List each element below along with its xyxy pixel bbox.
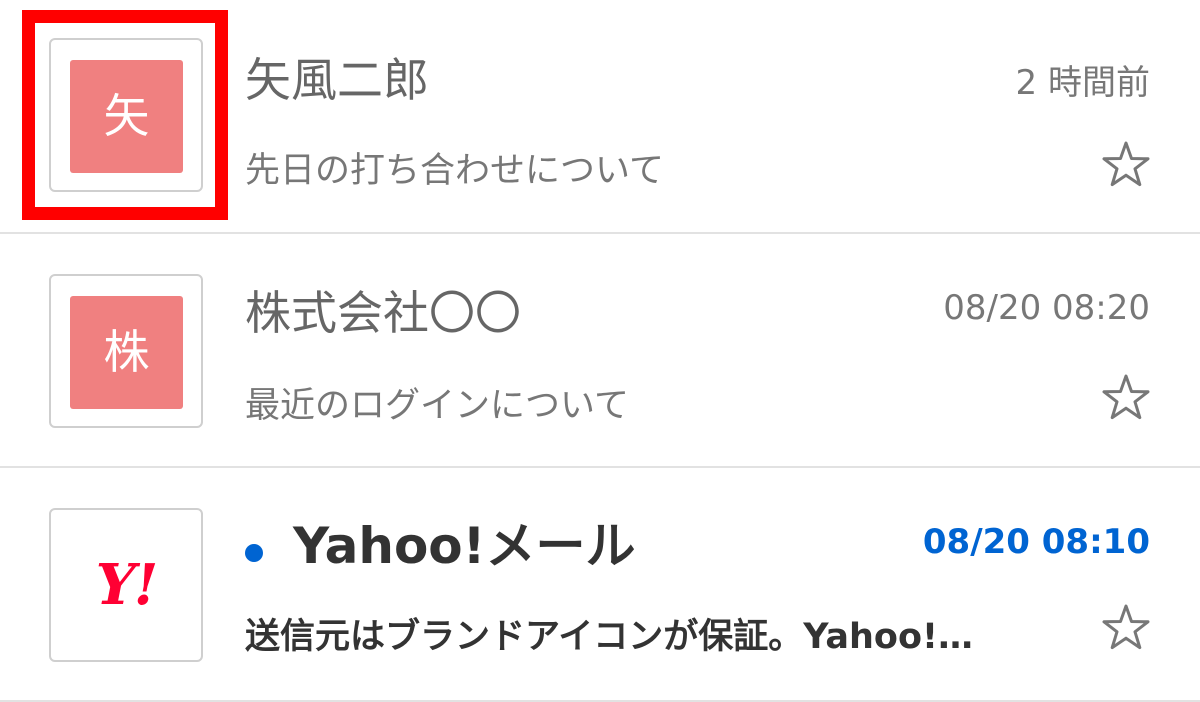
mail-list-item[interactable]: 株 株式会社〇〇 08/20 08:20 最近のログインについて — [0, 234, 1200, 467]
mail-subject: 先日の打ち合わせについて — [245, 151, 664, 191]
unread-dot-icon — [245, 544, 263, 562]
received-time: 2 時間前 — [1015, 63, 1150, 103]
mail-subject: 送信元はブランドアイコンが保証。Yahoo!… — [245, 617, 973, 657]
yahoo-logo-icon: Y! — [95, 552, 159, 618]
brand-icon[interactable]: Y! — [49, 508, 203, 662]
star-icon[interactable] — [1101, 602, 1151, 652]
mail-list: 矢 矢風二郎 2 時間前 先日の打ち合わせについて 株 株式会社〇〇 08/20… — [0, 0, 1200, 702]
mail-list-item[interactable]: Y! Yahoo!メール 08/20 08:10 送信元はブランドアイコンが保証… — [0, 468, 1200, 701]
mail-subject: 最近のログインについて — [245, 386, 629, 426]
received-time: 08/20 08:10 — [922, 522, 1150, 562]
highlight-frame — [22, 10, 228, 220]
sender-name: 矢風二郎 — [245, 53, 429, 107]
received-time: 08/20 08:20 — [943, 288, 1150, 328]
star-icon[interactable] — [1101, 139, 1151, 189]
avatar-initial: 株 — [70, 296, 183, 409]
sender-name: Yahoo!メール — [293, 517, 636, 575]
mail-list-item[interactable]: 矢 矢風二郎 2 時間前 先日の打ち合わせについて — [0, 0, 1200, 233]
sender-name: 株式会社〇〇 — [245, 286, 521, 340]
star-icon[interactable] — [1101, 372, 1151, 422]
sender-avatar[interactable]: 株 — [49, 274, 203, 428]
